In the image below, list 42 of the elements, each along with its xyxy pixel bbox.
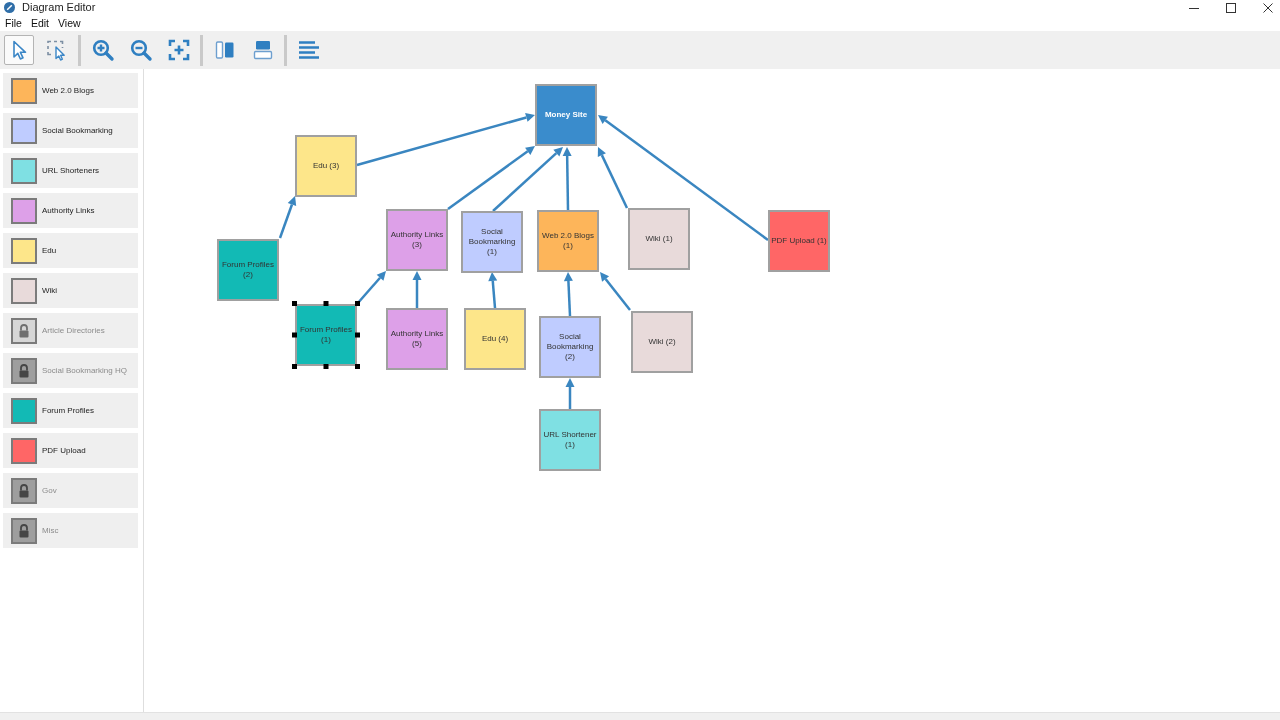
diagram-node[interactable]: Authority Links (5) <box>386 308 448 370</box>
diagram-node[interactable]: URL Shortener (1) <box>539 409 601 471</box>
diagram-node[interactable]: Web 2.0 Blogs (1) <box>537 210 599 272</box>
diagram-node[interactable]: Edu (3) <box>295 135 357 197</box>
connector-arrow <box>356 271 386 305</box>
connector-arrow <box>412 271 422 308</box>
align-left-icon <box>297 38 321 62</box>
menu-item[interactable]: View <box>58 16 81 30</box>
window-title: Diagram Editor <box>22 1 96 14</box>
menu-item[interactable]: File <box>5 16 22 30</box>
palette-item[interactable]: Social Bookmarking <box>3 113 138 148</box>
connector-arrow <box>278 196 297 239</box>
palette-item[interactable]: Web 2.0 Blogs <box>3 73 138 108</box>
palette-item[interactable]: Authority Links <box>3 193 138 228</box>
diagram-node[interactable]: Forum Profiles (1) <box>295 304 357 366</box>
connector-arrow <box>488 272 498 309</box>
close-icon <box>1262 2 1273 13</box>
diagram-node[interactable]: Money Site <box>535 84 597 146</box>
diagram-node[interactable]: Social Bookmarking (1) <box>461 211 523 273</box>
diagram-node[interactable]: Social Bookmarking (2) <box>539 316 601 378</box>
column-boxes-icon <box>213 38 237 62</box>
zoom-in-icon <box>91 38 115 62</box>
diagram-node[interactable]: Wiki (2) <box>631 311 693 373</box>
select-tool-button[interactable] <box>4 35 34 65</box>
menu-item[interactable]: Edit <box>30 16 49 30</box>
palette-item[interactable]: PDF Upload <box>3 433 138 468</box>
connector-arrow <box>565 378 575 409</box>
connector-arrow <box>600 272 631 311</box>
palette-item[interactable]: URL Shorteners <box>3 153 138 188</box>
diagram-node[interactable]: Wiki (1) <box>628 208 690 270</box>
maximize-icon <box>1225 2 1236 13</box>
diagram-node[interactable]: Edu (4) <box>464 308 526 370</box>
diagram-node[interactable]: Authority Links (3) <box>386 209 448 271</box>
diagram-node[interactable]: PDF Upload (1) <box>768 210 830 272</box>
stacked-boxes-icon <box>251 38 275 62</box>
palette-item[interactable]: Wiki <box>3 273 138 308</box>
diagram-node[interactable]: Forum Profiles (2) <box>217 239 279 301</box>
connector-arrow <box>563 272 573 317</box>
zoom-out-icon <box>129 38 153 62</box>
palette-item[interactable]: Edu <box>3 233 138 268</box>
frame-plus-icon <box>167 38 191 62</box>
palette-item[interactable]: Forum Profiles <box>3 393 138 428</box>
